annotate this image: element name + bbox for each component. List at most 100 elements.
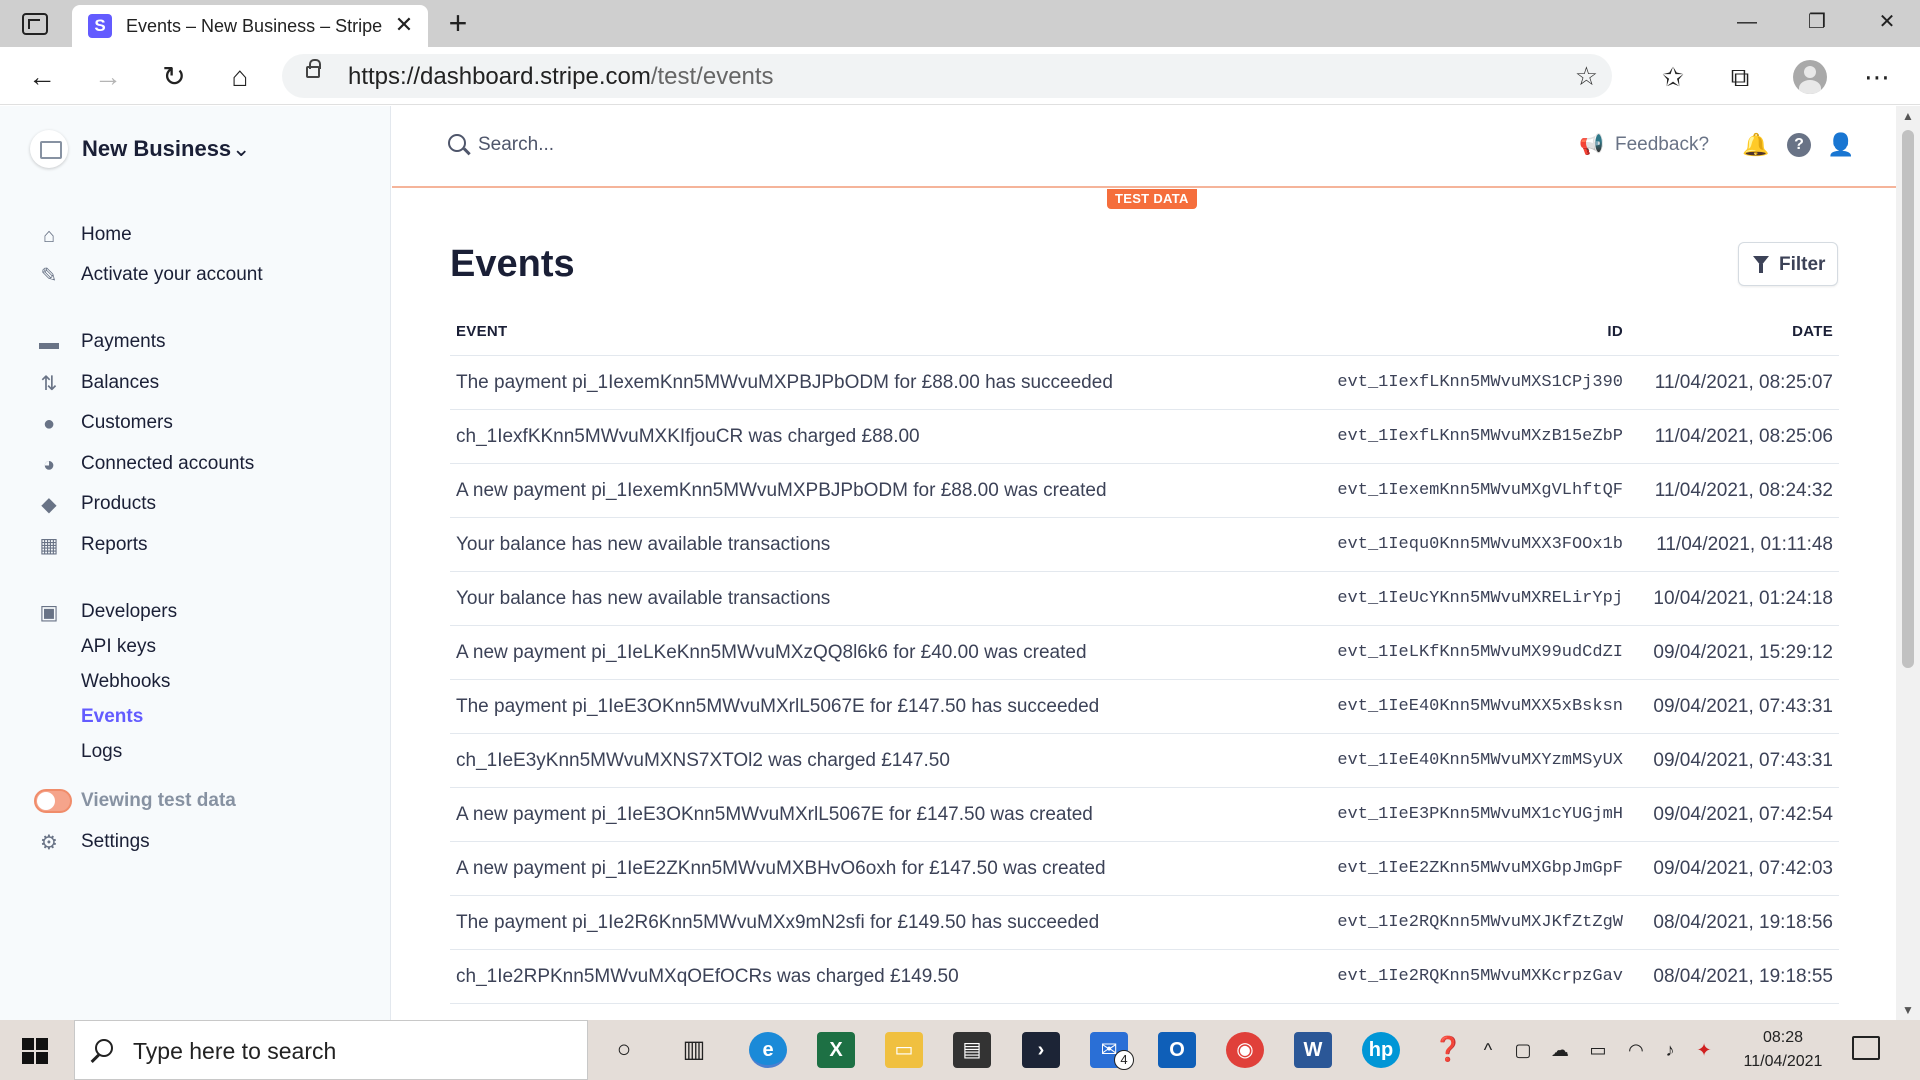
microsoft-store-icon[interactable]: ▤ — [953, 1032, 991, 1068]
home-browser-icon[interactable]: ⌂ — [220, 57, 260, 97]
table-row[interactable]: A new payment pi_1IeE3OKnn5MWvuMXrlL5067… — [450, 788, 1839, 842]
sidebar-item-home[interactable]: ⌂ Home — [0, 218, 390, 252]
window-close-icon[interactable]: ✕ — [1852, 0, 1920, 44]
volume-icon[interactable]: ♪ — [1656, 1032, 1684, 1068]
scroll-down-arrow-icon[interactable]: ▼ — [1896, 1000, 1920, 1020]
sidebar-item-payments[interactable]: ▬ Payments — [0, 325, 390, 359]
favorites-icon[interactable]: ✩ — [1656, 61, 1690, 93]
sidebar-item-developers[interactable]: ▣ Developers — [0, 595, 390, 629]
profile-avatar-icon[interactable] — [1793, 60, 1827, 94]
taskbar-search-box[interactable]: Type here to search — [74, 1020, 588, 1080]
balances-icon: ⇅ — [40, 373, 58, 395]
sidebar-item-label: Events — [81, 706, 144, 727]
file-explorer-icon[interactable]: ▭ — [885, 1032, 923, 1068]
powershell-icon[interactable]: › — [1022, 1032, 1060, 1068]
dropbox-icon[interactable]: ✦ — [1690, 1032, 1718, 1068]
window-minimize-icon[interactable]: — — [1712, 0, 1782, 44]
address-bar[interactable]: https://dashboard.stripe.com/test/events… — [282, 54, 1612, 98]
add-favorite-star-icon[interactable]: ☆ — [1575, 60, 1598, 92]
cortana-icon[interactable]: ○ — [606, 1032, 642, 1068]
sidebar-item-label: Balances — [81, 372, 160, 393]
onedrive-cloud-icon[interactable]: ☁ — [1546, 1032, 1574, 1068]
refresh-icon[interactable]: ↻ — [154, 57, 194, 97]
wifi-icon[interactable]: ◠ — [1622, 1032, 1650, 1068]
event-id: evt_1Ie2RQKnn5MWvuMXKcrpzGav — [1337, 967, 1623, 986]
viewing-test-data-label: Viewing test data — [81, 790, 236, 811]
taskbar-search-icon — [95, 1039, 113, 1057]
forward-arrow-icon[interactable]: → — [88, 57, 128, 97]
table-row[interactable]: Your balance has new available transacti… — [450, 572, 1839, 626]
collections-icon[interactable]: ⧉ — [1723, 61, 1757, 93]
sidebar-item-logs[interactable]: Logs — [0, 735, 390, 769]
customers-icon: ● — [42, 413, 56, 435]
test-data-toggle-row[interactable]: Viewing test data — [0, 784, 390, 818]
table-row[interactable]: Your balance has new available transacti… — [450, 518, 1839, 572]
table-row[interactable]: A new payment pi_1IeE2ZKnn5MWvuMXBHvO6ox… — [450, 842, 1839, 896]
browser-tab-active[interactable]: S Events – New Business – Stripe [Test] … — [72, 5, 428, 47]
table-row[interactable]: A new payment pi_1IexemKnn5MWvuMXPBJPbOD… — [450, 464, 1839, 518]
megaphone-icon: 📢 — [1579, 134, 1604, 156]
edge-browser-icon[interactable]: e — [749, 1032, 787, 1068]
sidebar-item-balances[interactable]: ⇅ Balances — [0, 366, 390, 400]
chrome-icon[interactable]: ◉ — [1226, 1032, 1264, 1068]
tab-actions-icon[interactable] — [22, 13, 48, 35]
battery-icon[interactable]: ▭ — [1584, 1032, 1612, 1068]
lock-icon[interactable] — [306, 59, 321, 78]
bell-icon[interactable]: 🔔 — [1741, 130, 1771, 160]
sidebar: New Business ⌄ ⌂ Home ✎ Activate your ac… — [0, 106, 391, 1020]
meet-now-icon[interactable]: ▢ — [1510, 1032, 1536, 1068]
help-icon[interactable]: ? — [1787, 133, 1811, 157]
scrollbar-thumb[interactable] — [1902, 130, 1914, 668]
task-view-icon[interactable]: ▥ — [676, 1032, 712, 1068]
business-name[interactable]: New Business — [82, 132, 231, 166]
sidebar-item-settings[interactable]: ⚙ Settings — [0, 825, 390, 859]
sidebar-item-webhooks[interactable]: Webhooks — [0, 665, 390, 699]
sidebar-item-customers[interactable]: ● Customers — [0, 406, 390, 440]
mail-badge: 4 — [1114, 1050, 1134, 1070]
notification-center-icon[interactable] — [1852, 1036, 1880, 1060]
table-row[interactable]: ch_1IeE3yKnn5MWvuMXNS7XTOl2 was charged … — [450, 734, 1839, 788]
gear-icon: ⚙ — [40, 832, 58, 854]
table-row[interactable]: ch_1IexfKKnn5MWvuMXKIfjouCR was charged … — [450, 410, 1839, 464]
page-scrollbar[interactable]: ▲ ▼ — [1896, 106, 1920, 1020]
event-date: 08/04/2021, 19:18:55 — [1653, 966, 1833, 987]
hp-icon[interactable]: hp — [1362, 1032, 1400, 1068]
help-tray-icon[interactable]: ❓ — [1430, 1032, 1466, 1068]
window-restore-icon[interactable]: ❐ — [1782, 0, 1852, 44]
table-row[interactable]: The payment pi_1IexemKnn5MWvuMXPBJPbODM … — [450, 356, 1839, 410]
taskbar-clock[interactable]: 08:28 11/04/2021 — [1728, 1026, 1838, 1074]
search-input[interactable] — [478, 130, 978, 160]
excel-icon[interactable]: X — [817, 1032, 855, 1068]
back-arrow-icon[interactable]: ← — [22, 57, 62, 97]
event-description: A new payment pi_1IeE3OKnn5MWvuMXrlL5067… — [456, 804, 1093, 825]
show-hidden-icons-chevron-icon[interactable]: ^ — [1476, 1032, 1500, 1068]
tab-close-icon[interactable]: ✕ — [390, 11, 418, 39]
event-id: evt_1IeE2ZKnn5MWvuMXGbpJmGpF — [1337, 859, 1623, 878]
windows-start-icon[interactable] — [22, 1038, 48, 1064]
sidebar-item-activate-account[interactable]: ✎ Activate your account — [0, 258, 390, 292]
url-text[interactable]: https://dashboard.stripe.com/test/events — [348, 63, 774, 91]
table-row[interactable]: ch_1Ie2RPKnn5MWvuMXqOEfOCRs was charged … — [450, 950, 1839, 1004]
word-icon[interactable]: W — [1294, 1032, 1332, 1068]
account-user-icon[interactable]: 👤 — [1826, 130, 1856, 160]
sidebar-item-connected-accounts[interactable]: ◕ Connected accounts — [0, 447, 390, 481]
sidebar-item-label: Developers — [81, 601, 178, 622]
events-table: EVENT ID DATE The payment pi_1IexemKnn5M… — [450, 312, 1839, 1004]
scroll-up-arrow-icon[interactable]: ▲ — [1896, 106, 1920, 126]
chevron-down-icon[interactable]: ⌄ — [232, 132, 250, 166]
sidebar-item-products[interactable]: ◆ Products — [0, 487, 390, 521]
column-header-event: EVENT — [456, 323, 508, 340]
table-row[interactable]: A new payment pi_1IeLKeKnn5MWvuMXzQQ8l6k… — [450, 626, 1839, 680]
windows-taskbar: Type here to search ○ ▥ e X ▭ ▤ › ✉ 4 O … — [0, 1020, 1920, 1080]
sidebar-item-api-keys[interactable]: API keys — [0, 630, 390, 664]
sidebar-item-events[interactable]: Events — [0, 700, 390, 734]
sidebar-item-reports[interactable]: ▦ Reports — [0, 528, 390, 562]
test-data-toggle[interactable] — [34, 789, 72, 813]
business-logo-icon[interactable] — [30, 130, 68, 168]
table-row[interactable]: The payment pi_1IeE3OKnn5MWvuMXrlL5067E … — [450, 680, 1839, 734]
filter-button[interactable]: Filter — [1738, 242, 1838, 286]
more-menu-icon[interactable]: ⋯ — [1860, 61, 1894, 93]
outlook-icon[interactable]: O — [1158, 1032, 1196, 1068]
table-row[interactable]: The payment pi_1Ie2R6Knn5MWvuMXx9mN2sfi … — [450, 896, 1839, 950]
new-tab-plus-icon[interactable]: + — [440, 5, 476, 41]
